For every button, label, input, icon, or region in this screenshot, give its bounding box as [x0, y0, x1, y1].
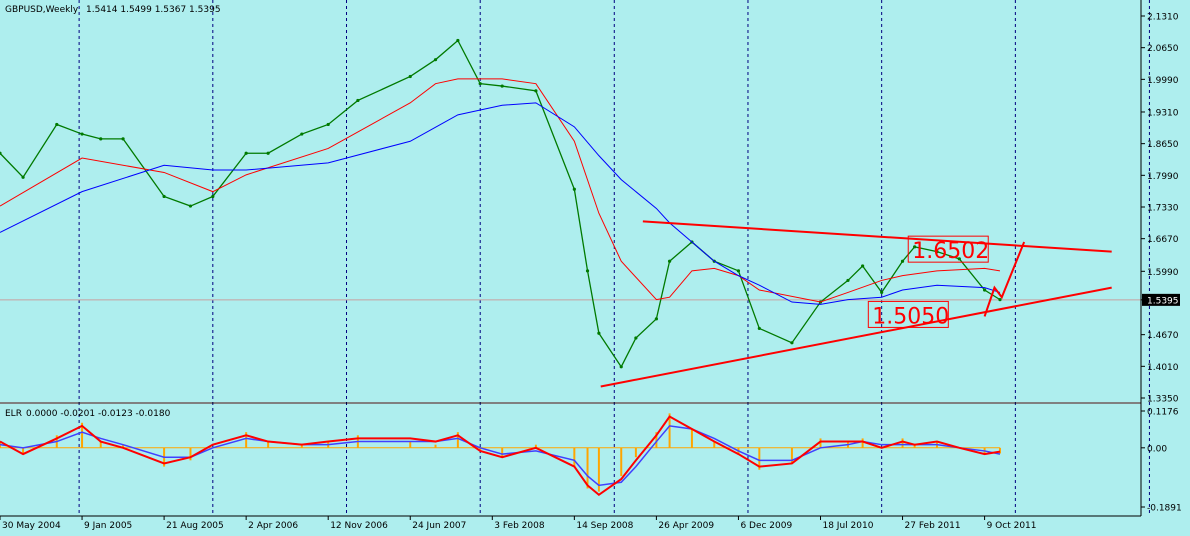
price-tick-label: 1.7330	[1147, 204, 1179, 214]
time-tick-label: 2 Apr 2006	[248, 521, 298, 531]
price-point	[478, 82, 482, 86]
price-pane-background	[0, 0, 1141, 402]
chart-symbol: GBPUSD,Weekly	[5, 5, 79, 15]
price-point	[790, 341, 794, 345]
indicator-tick-label: 0.1176	[1147, 408, 1179, 418]
time-tick-label: 18 Jul 2010	[822, 521, 873, 531]
price-point	[619, 365, 623, 369]
indicator-tick-label: -0.1891	[1147, 504, 1182, 514]
price-point	[211, 194, 215, 199]
price-point	[654, 317, 658, 321]
price-point	[433, 58, 438, 62]
time-tick-label: 21 Aug 2005	[166, 521, 224, 531]
price-tick-label: 1.7990	[1147, 172, 1179, 182]
price-tick-label: 1.8650	[1147, 140, 1179, 150]
price-point	[300, 132, 304, 136]
time-tick-label: 24 Jun 2007	[412, 521, 466, 531]
price-point	[861, 264, 865, 268]
annotation-label: 1.6502	[912, 239, 989, 264]
price-point	[244, 151, 248, 155]
indicator-name: ELR	[5, 409, 22, 419]
price-tick-label: 1.3350	[1147, 395, 1179, 405]
chart-window: 1.6502 1.5050 2.1310 2.0650 1.9990 1.9310 1.8…	[0, 0, 1190, 536]
price-point	[99, 137, 103, 141]
price-point	[634, 336, 638, 340]
time-tick-label: 14 Sep 2008	[576, 521, 633, 531]
time-tick-label: 9 Jan 2005	[84, 521, 132, 531]
price-tick-label: 2.0650	[1147, 44, 1179, 54]
price-point	[667, 259, 672, 263]
price-point	[356, 98, 360, 103]
price-point	[21, 175, 25, 179]
price-point	[757, 326, 761, 331]
price-point	[121, 137, 125, 141]
time-tick-label: 27 Feb 2011	[905, 521, 961, 531]
price-point	[982, 288, 987, 292]
time-tick-label: 3 Feb 2008	[494, 521, 545, 531]
price-point	[597, 331, 601, 335]
price-point	[585, 269, 590, 273]
price-point	[80, 132, 84, 136]
annotation-label: 1.5050	[872, 304, 949, 329]
price-tick-label: 1.4010	[1147, 363, 1179, 373]
time-tick-label: 12 Nov 2006	[330, 521, 388, 531]
price-point	[188, 204, 193, 208]
price-point	[534, 89, 538, 93]
price-point	[880, 290, 884, 295]
price-point	[998, 298, 1002, 302]
price-tick-label: 1.6670	[1147, 235, 1179, 245]
price-tick-label: 1.4670	[1147, 331, 1179, 341]
time-tick-label: 6 Dec 2009	[740, 521, 792, 531]
price-point	[408, 74, 412, 79]
price-tick-label: 1.9990	[1147, 76, 1179, 86]
price-point	[162, 194, 166, 199]
price-point	[900, 259, 905, 263]
price-point	[326, 122, 330, 127]
price-point	[572, 187, 576, 191]
chart-ohlc: 1.5414 1.5499 1.5367 1.5395	[86, 5, 221, 15]
price-point	[500, 84, 504, 88]
price-point	[456, 38, 460, 43]
price-tick-label: 1.9310	[1147, 108, 1179, 118]
price-point	[55, 122, 59, 127]
price-point	[846, 278, 850, 283]
indicator-values: 0.0000 -0.0201 -0.0123 -0.0180	[26, 409, 171, 419]
time-tick-label: 26 Apr 2009	[658, 521, 714, 531]
indicator-tick-label: 0.00	[1147, 444, 1167, 454]
current-price-label: 1.5395	[1147, 296, 1179, 306]
price-tick-label: 1.5990	[1147, 268, 1179, 278]
price-point	[736, 269, 741, 273]
price-point	[266, 151, 270, 155]
chart-svg: 1.6502 1.5050 2.1310 2.0650 1.9990 1.9310 1.8…	[0, 0, 1190, 536]
time-tick-label: 9 Oct 2011	[987, 521, 1037, 531]
price-tick-label: 2.1310	[1147, 13, 1179, 23]
time-tick-label: 30 May 2004	[2, 521, 61, 531]
